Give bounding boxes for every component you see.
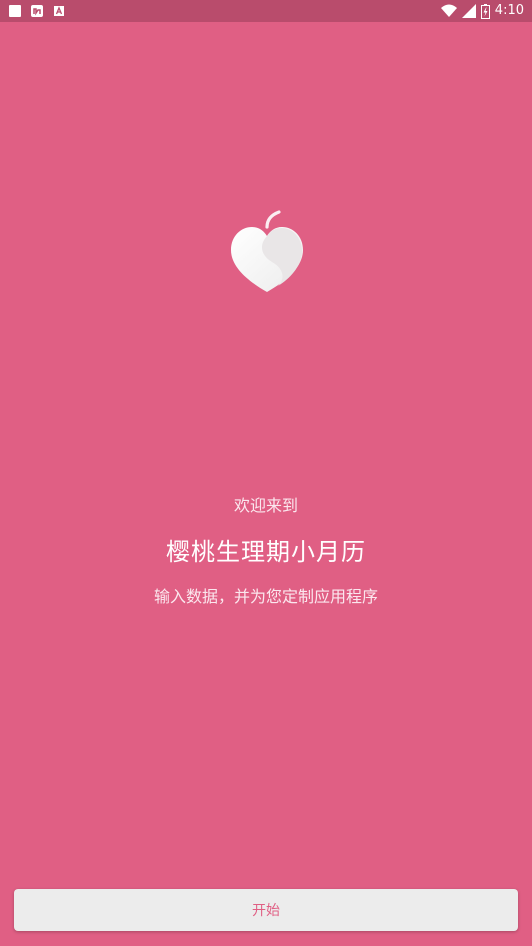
start-button[interactable]: 开始 bbox=[14, 889, 518, 931]
wifi-icon bbox=[440, 4, 457, 17]
app-notification-icon bbox=[31, 5, 43, 17]
peach-heart-logo-icon bbox=[231, 210, 303, 292]
status-left-icons bbox=[8, 4, 66, 18]
text-a-icon bbox=[54, 6, 64, 16]
status-bar: 4:10 bbox=[0, 0, 532, 22]
signal-icon bbox=[461, 4, 476, 18]
status-right-icons: 4:10 bbox=[440, 3, 524, 19]
status-time: 4:10 bbox=[494, 3, 524, 18]
app-title: 樱桃生理期小月历 bbox=[166, 538, 366, 566]
tagline-text: 输入数据，并为您定制应用程序 bbox=[153, 587, 378, 606]
welcome-text: 欢迎来到 bbox=[233, 496, 298, 515]
battery-icon bbox=[480, 3, 490, 19]
notification-square-icon bbox=[9, 5, 21, 17]
